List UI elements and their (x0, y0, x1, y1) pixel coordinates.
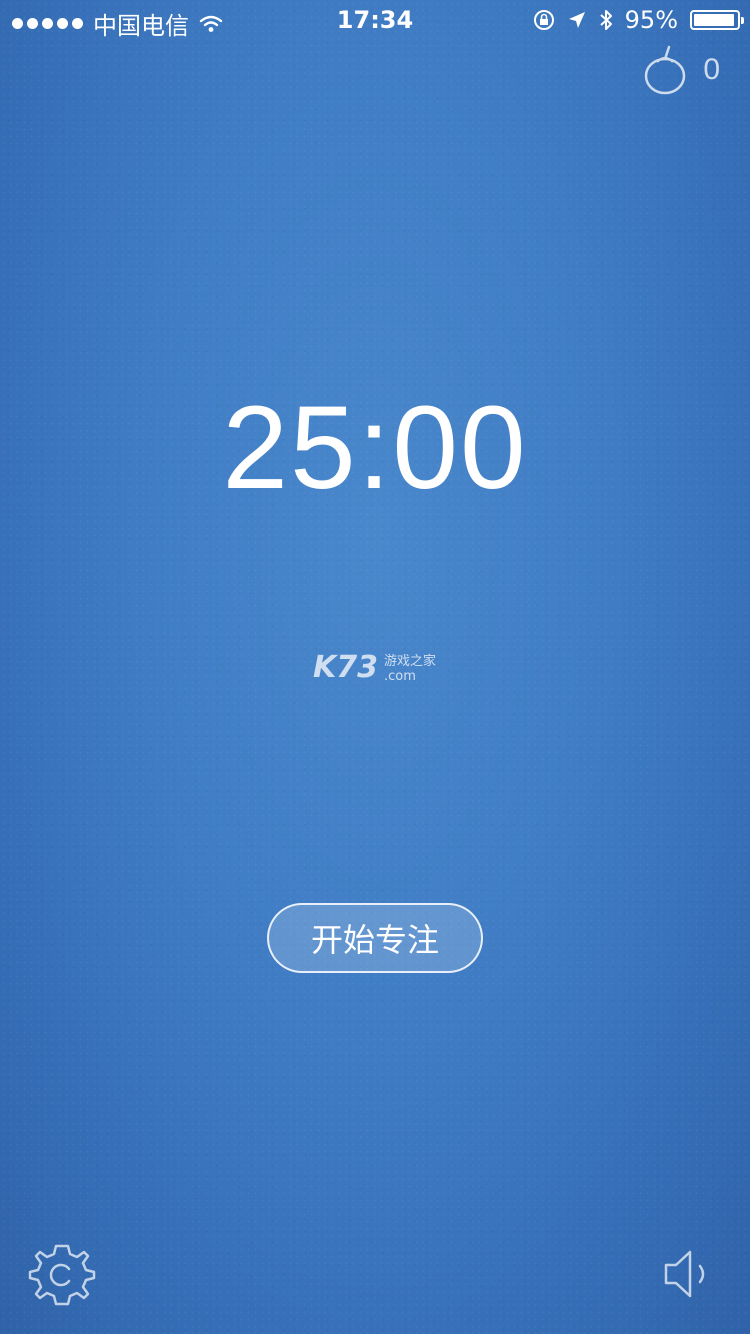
status-right: 95% (533, 6, 744, 34)
start-focus-button[interactable]: 开始专注 (267, 903, 483, 973)
watermark-line1: 游戏之家 (384, 654, 437, 669)
battery-percent: 95% (624, 6, 678, 34)
bluetooth-icon (599, 10, 612, 30)
tomato-counter[interactable]: 0 (643, 44, 720, 96)
countdown-timer: 25:00 (222, 382, 528, 514)
app-screen: 中国电信 17:34 95% 0 25:00 K73 游戏之家 .com 开始专… (0, 0, 750, 1334)
watermark-text: 游戏之家 .com (384, 654, 436, 684)
battery-icon (690, 10, 744, 30)
location-arrow-icon (568, 12, 585, 28)
watermark: K73 游戏之家 .com (313, 650, 436, 685)
status-bar: 中国电信 17:34 95% (0, 0, 750, 40)
tomato-icon (645, 45, 686, 95)
speaker-icon[interactable] (660, 1245, 718, 1303)
watermark-logo: K73 (313, 650, 378, 685)
tomato-count: 0 (703, 53, 720, 86)
watermark-line2: .com (384, 669, 416, 684)
gear-icon[interactable] (28, 1240, 96, 1308)
rotation-lock-icon (533, 10, 554, 30)
